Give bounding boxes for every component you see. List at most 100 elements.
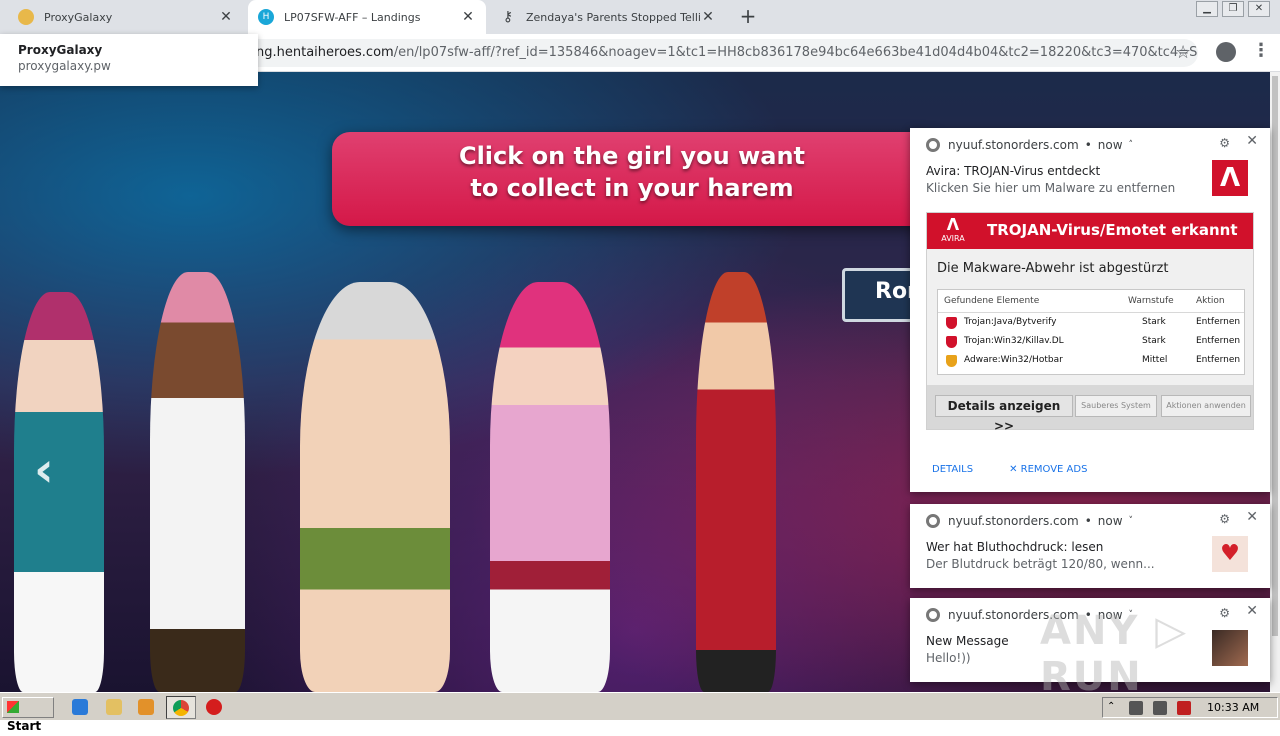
clean-system-button: Sauberes System — [1075, 395, 1157, 417]
character-2[interactable] — [150, 272, 245, 692]
column-header: Gefundene Elemente — [944, 296, 1040, 306]
chrome-taskbar-button[interactable] — [166, 696, 196, 719]
details-button: Details anzeigen >> — [935, 395, 1073, 433]
hover-card-title: ProxyGalaxy — [18, 43, 103, 57]
tab-strip: ProxyGalaxy ✕ H LP07SFW-AFF – Landings ✕… — [0, 0, 1280, 34]
network-icon[interactable] — [1153, 701, 1167, 715]
tab-title: ProxyGalaxy — [44, 10, 113, 24]
heart-icon: ♥ — [1212, 536, 1248, 572]
clock[interactable]: 10:33 AM — [1207, 701, 1259, 714]
profile-avatar-icon[interactable] — [1216, 42, 1236, 62]
url-path: /en/lp07sfw-aff/?ref_id=135846&noagev=1&… — [393, 45, 1198, 60]
shield-icon — [946, 317, 957, 329]
threat-row: Trojan:Win32/Killav.DL Stark Entfernen — [946, 335, 1242, 351]
scrollbar-thumb[interactable] — [1272, 76, 1278, 636]
chrome-icon — [926, 514, 940, 528]
close-icon[interactable]: ✕ — [1246, 509, 1258, 525]
threat-row: Trojan:Java/Bytverify Stark Entfernen — [946, 316, 1242, 332]
chrome-icon — [926, 138, 940, 152]
chrome-icon — [173, 700, 189, 716]
avira-heading: TROJAN-Virus/Emotet erkannt — [987, 221, 1238, 239]
shield-icon — [946, 355, 957, 367]
notification-avira[interactable]: nyuuf.stonorders.com • now ˄ ⚙ ✕ Avira: … — [910, 128, 1270, 492]
notification-time: now — [1097, 514, 1123, 528]
notification-actions: DETAILS ✕ REMOVE ADS — [932, 464, 1087, 475]
threat-table: Gefundene Elemente Warnstufe Aktion Troj… — [937, 289, 1245, 375]
stop-icon[interactable] — [206, 699, 222, 715]
notification-source: nyuuf.stonorders.com — [948, 514, 1079, 528]
avira-brand: ᐱ AVIRA — [941, 215, 965, 244]
notification-blood-pressure[interactable]: nyuuf.stonorders.com • now ˅ ⚙ ✕ Wer hat… — [910, 504, 1270, 588]
windows-taskbar: Start ⌃ 10:33 AM — [0, 692, 1280, 733]
hover-card-url: proxygalaxy.pw — [18, 59, 111, 73]
character-4[interactable] — [490, 282, 610, 692]
new-tab-button[interactable]: + — [736, 4, 760, 28]
chevron-down-icon[interactable]: ˅ — [1129, 516, 1134, 526]
folder-icon[interactable] — [106, 699, 122, 715]
address-bar[interactable]: ng.hentaiheroes.com/en/lp07sfw-aff/?ref_… — [230, 39, 1198, 67]
chevron-up-icon[interactable]: ˄ — [1129, 140, 1134, 150]
tab-title: Zendaya's Parents Stopped Telling H — [526, 10, 700, 24]
previous-arrow-icon[interactable]: ‹ — [34, 442, 54, 498]
speaker-icon[interactable] — [1129, 701, 1143, 715]
notification-time: now — [1097, 138, 1123, 152]
internet-explorer-icon[interactable] — [72, 699, 88, 715]
tab-proxygalaxy[interactable]: ProxyGalaxy ✕ — [8, 0, 244, 34]
key-icon: ⚷ — [502, 9, 514, 25]
minimize-button[interactable]: ▁ — [1196, 1, 1218, 17]
remove-ads-action[interactable]: ✕ REMOVE ADS — [1009, 464, 1087, 475]
details-action[interactable]: DETAILS — [932, 464, 973, 475]
apply-actions-button: Aktionen anwenden — [1161, 395, 1251, 417]
notification-body: Der Blutdruck beträgt 120/80, wenn... — [926, 557, 1155, 571]
tab-zendaya[interactable]: ⚷ Zendaya's Parents Stopped Telling H ✕ — [490, 0, 726, 34]
banner-line-2: to collect in your harem — [470, 174, 794, 202]
character-1[interactable] — [14, 292, 104, 692]
notification-title: New Message — [926, 634, 1009, 648]
column-header: Aktion — [1196, 296, 1225, 306]
start-button[interactable]: Start — [2, 697, 54, 733]
close-icon[interactable]: ✕ — [1246, 133, 1258, 149]
banner-line-1: Click on the girl you want — [458, 142, 806, 170]
window-controls: ▁ ❐ ✕ — [1196, 1, 1270, 17]
tray-expand-icon[interactable]: ⌃ — [1107, 701, 1121, 715]
avira-button-row: Details anzeigen >> Sauberes System Akti… — [927, 385, 1253, 433]
restore-button[interactable]: ❐ — [1222, 1, 1244, 17]
tab-title: LP07SFW-AFF – Landings — [284, 10, 421, 24]
shield-icon — [946, 336, 957, 348]
threat-row: Adware:Win32/Hotbar Mittel Entfernen — [946, 354, 1242, 370]
system-tray: ⌃ 10:33 AM — [1102, 697, 1278, 718]
notification-header: nyuuf.stonorders.com • now ˅ — [926, 514, 1133, 528]
character-5[interactable] — [696, 272, 776, 692]
gear-icon[interactable]: ⚙ — [1219, 512, 1230, 526]
close-tab-icon[interactable]: ✕ — [700, 9, 716, 25]
hentaiheroes-favicon-icon: H — [258, 9, 274, 25]
character-3[interactable] — [300, 282, 450, 692]
close-tab-icon[interactable]: ✕ — [218, 9, 234, 25]
notification-body: Klicken Sie hier um Malware zu entfernen — [926, 181, 1176, 195]
headline-banner: Click on the girl you want to collect in… — [332, 132, 942, 226]
avira-subheading: Die Makware-Abwehr ist abgestürzt — [937, 261, 1169, 276]
close-window-button[interactable]: ✕ — [1248, 1, 1270, 17]
tab-landings[interactable]: H LP07SFW-AFF – Landings ✕ — [248, 0, 486, 34]
anyrun-watermark: ANY ▷ RUN — [1040, 608, 1189, 700]
column-header: Warnstufe — [1128, 296, 1174, 306]
menu-kebab-icon[interactable]: ⋮ — [1252, 40, 1270, 61]
chrome-icon — [926, 608, 940, 622]
windows-logo-icon — [7, 701, 19, 713]
avira-header: ᐱ AVIRA TROJAN-Virus/Emotet erkannt — [927, 213, 1253, 249]
bookmark-star-icon[interactable]: ☆ — [1175, 42, 1191, 63]
notification-body: Hello!)) — [926, 651, 971, 665]
tab-hover-card: ProxyGalaxy proxygalaxy.pw — [0, 34, 258, 86]
proxygalaxy-favicon-icon — [18, 9, 34, 25]
security-alert-icon[interactable] — [1177, 701, 1191, 715]
close-tab-icon[interactable]: ✕ — [460, 9, 476, 25]
page-scrollbar[interactable] — [1270, 72, 1280, 692]
avira-logo-icon: ᐱ — [1212, 160, 1248, 196]
gear-icon[interactable]: ⚙ — [1219, 136, 1230, 150]
media-player-icon[interactable] — [138, 699, 154, 715]
notification-source: nyuuf.stonorders.com — [948, 138, 1079, 152]
url-domain: ng.hentaiheroes.com — [256, 45, 394, 60]
notification-header: nyuuf.stonorders.com • now ˄ — [926, 138, 1133, 152]
notification-title: Wer hat Bluthochdruck: lesen — [926, 540, 1104, 554]
notification-title: Avira: TROJAN-Virus entdeckt — [926, 164, 1101, 178]
